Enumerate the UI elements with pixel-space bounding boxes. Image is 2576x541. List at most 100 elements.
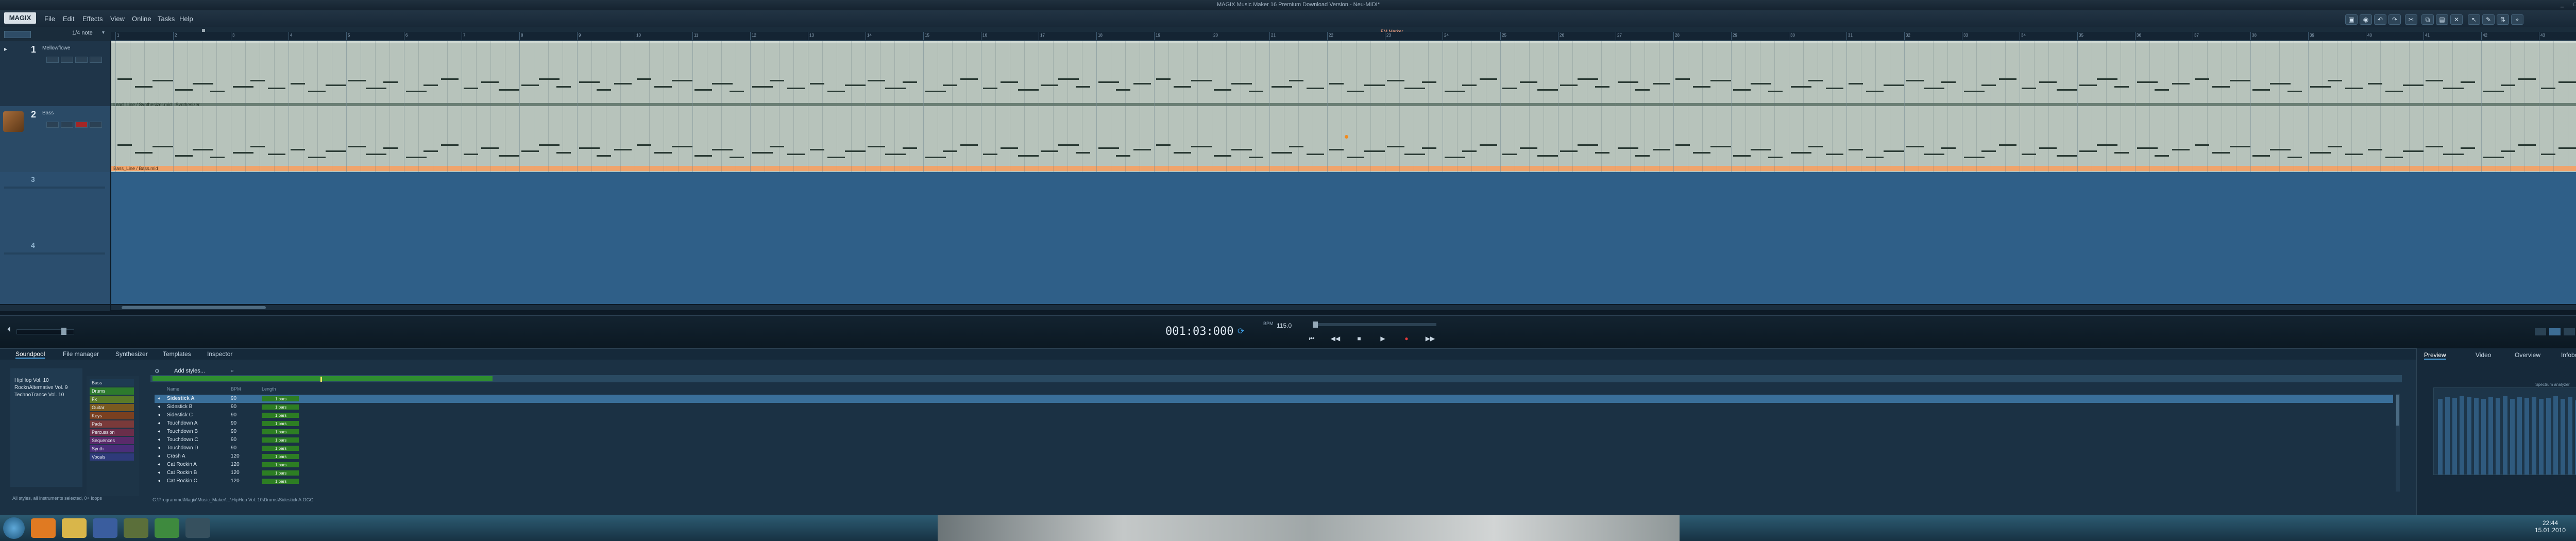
start-button[interactable] xyxy=(3,517,25,539)
midi-note[interactable] xyxy=(1675,144,1690,146)
app-icon[interactable] xyxy=(93,518,117,538)
midi-note[interactable] xyxy=(2270,83,2291,84)
add-styles-button[interactable]: Add styles... xyxy=(174,368,205,374)
midi-note[interactable] xyxy=(752,152,773,154)
midi-note[interactable] xyxy=(868,80,885,81)
midi-note[interactable] xyxy=(1098,81,1119,83)
loop-row[interactable]: ◂ Touchdown C 90 1 bars xyxy=(155,436,2393,444)
midi-note[interactable] xyxy=(1675,78,1690,80)
loop-row[interactable]: ◂ Touchdown A 90 1 bars xyxy=(155,419,2393,428)
midi-note[interactable] xyxy=(2155,89,2169,91)
loop-row[interactable]: ◂ Cat Rockin A 120 1 bars xyxy=(155,461,2393,469)
midi-note[interactable] xyxy=(441,144,459,146)
midi-note[interactable] xyxy=(2385,157,2403,158)
midi-note[interactable] xyxy=(1520,81,1537,83)
music-maker-icon[interactable] xyxy=(155,518,179,538)
midi-note[interactable] xyxy=(1272,152,1292,154)
midi-note[interactable] xyxy=(1001,81,1018,83)
midi-note[interactable] xyxy=(2518,144,2536,146)
midi-note[interactable] xyxy=(539,78,560,80)
midi-note[interactable] xyxy=(1791,86,1811,88)
midi-note[interactable] xyxy=(2426,146,2443,147)
midi-note[interactable] xyxy=(2385,91,2403,92)
track-header-4[interactable]: 4 xyxy=(0,238,110,305)
speaker-icon[interactable]: ◂ xyxy=(158,419,160,428)
midi-note[interactable] xyxy=(1133,149,1151,150)
speaker-icon[interactable]: ◂ xyxy=(158,452,160,461)
midi-note[interactable] xyxy=(1191,80,1212,81)
midi-note[interactable] xyxy=(423,84,438,86)
midi-note[interactable] xyxy=(2155,155,2169,157)
scrollbar-thumb[interactable] xyxy=(122,306,266,309)
solo-button[interactable] xyxy=(61,57,73,63)
midi-note[interactable] xyxy=(1307,154,1324,155)
midi-note[interactable] xyxy=(925,157,946,158)
midi-note[interactable] xyxy=(1018,89,1039,91)
midi-note[interactable] xyxy=(1751,83,1771,84)
styles-list[interactable]: HipHop Vol. 10 RocknAlternative Vol. 9 T… xyxy=(10,368,82,487)
midi-note[interactable] xyxy=(2558,81,2576,83)
maximize-button[interactable]: □ xyxy=(2569,1,2576,8)
midi-note[interactable] xyxy=(556,86,571,88)
track-lane-2[interactable]: Bass_Line / Bass.mid xyxy=(111,106,2576,172)
midi-note[interactable] xyxy=(291,83,305,84)
fx-button[interactable] xyxy=(90,57,102,63)
app-icon[interactable] xyxy=(185,518,210,538)
midi-note[interactable] xyxy=(2230,80,2250,81)
tab-overview[interactable]: Overview xyxy=(2515,351,2540,359)
genre-item-drums[interactable]: Drums xyxy=(90,387,134,395)
midi-note[interactable] xyxy=(2097,144,2117,146)
midi-note[interactable] xyxy=(712,83,733,84)
midi-note[interactable] xyxy=(2501,150,2515,152)
midi-note[interactable] xyxy=(654,86,672,88)
midi-note[interactable] xyxy=(2137,147,2158,149)
midi-note[interactable] xyxy=(308,91,326,92)
midi-note[interactable] xyxy=(1502,88,1517,89)
midi-note[interactable] xyxy=(1404,88,1425,89)
midi-note[interactable] xyxy=(2057,89,2077,91)
midi-note[interactable] xyxy=(383,81,398,83)
track-zoom-bar[interactable] xyxy=(0,305,110,311)
midi-note[interactable] xyxy=(694,89,712,91)
midi-note[interactable] xyxy=(2172,149,2190,150)
rewind-button[interactable]: ◀◀ xyxy=(1328,334,1343,343)
midi-note[interactable] xyxy=(1693,152,1710,154)
midi-note[interactable] xyxy=(787,154,805,155)
midi-note[interactable] xyxy=(423,150,438,152)
midi-note[interactable] xyxy=(521,84,539,86)
paste-icon[interactable]: ▤ xyxy=(2436,14,2448,25)
midi-note[interactable] xyxy=(1191,146,1212,147)
midi-note[interactable] xyxy=(175,155,193,157)
midi-note[interactable] xyxy=(1595,152,1609,154)
track-header-1[interactable]: 1 Mellowflowe ▸ xyxy=(0,41,110,107)
stop-button[interactable]: ■ xyxy=(1352,334,1366,343)
midi-note[interactable] xyxy=(2270,149,2291,150)
midi-note[interactable] xyxy=(2022,154,2036,155)
midi-note[interactable] xyxy=(597,155,611,157)
midi-note[interactable] xyxy=(521,150,539,152)
chevron-down-icon[interactable]: ▾ xyxy=(102,30,105,36)
menu-edit[interactable]: Edit xyxy=(63,15,74,23)
midi-note[interactable] xyxy=(845,150,866,152)
midi-note[interactable] xyxy=(1924,154,1944,155)
midi-note[interactable] xyxy=(2195,144,2209,146)
midi-note[interactable] xyxy=(730,91,744,92)
midi-note[interactable] xyxy=(135,86,152,88)
midi-note[interactable] xyxy=(1480,144,1497,146)
speaker-icon[interactable]: ◂ xyxy=(158,411,160,419)
midi-note[interactable] xyxy=(1693,86,1710,88)
loop-row[interactable]: ◂ Sidestick C 90 1 bars xyxy=(155,411,2393,419)
midi-note[interactable] xyxy=(1826,88,1843,89)
midi-note[interactable] xyxy=(1404,154,1425,155)
midi-note[interactable] xyxy=(1924,88,1944,89)
midi-note[interactable] xyxy=(1964,157,1985,158)
midi-note[interactable] xyxy=(2079,150,2097,152)
midi-note[interactable] xyxy=(1364,150,1385,152)
midi-note[interactable] xyxy=(1981,84,1996,86)
automation-point[interactable] xyxy=(1345,135,1348,139)
midi-note[interactable] xyxy=(193,149,213,150)
midi-note[interactable] xyxy=(1480,78,1497,80)
scrollbar-thumb[interactable] xyxy=(2396,395,2399,426)
midi-note[interactable] xyxy=(2541,154,2555,155)
midi-note[interactable] xyxy=(1041,84,1058,86)
